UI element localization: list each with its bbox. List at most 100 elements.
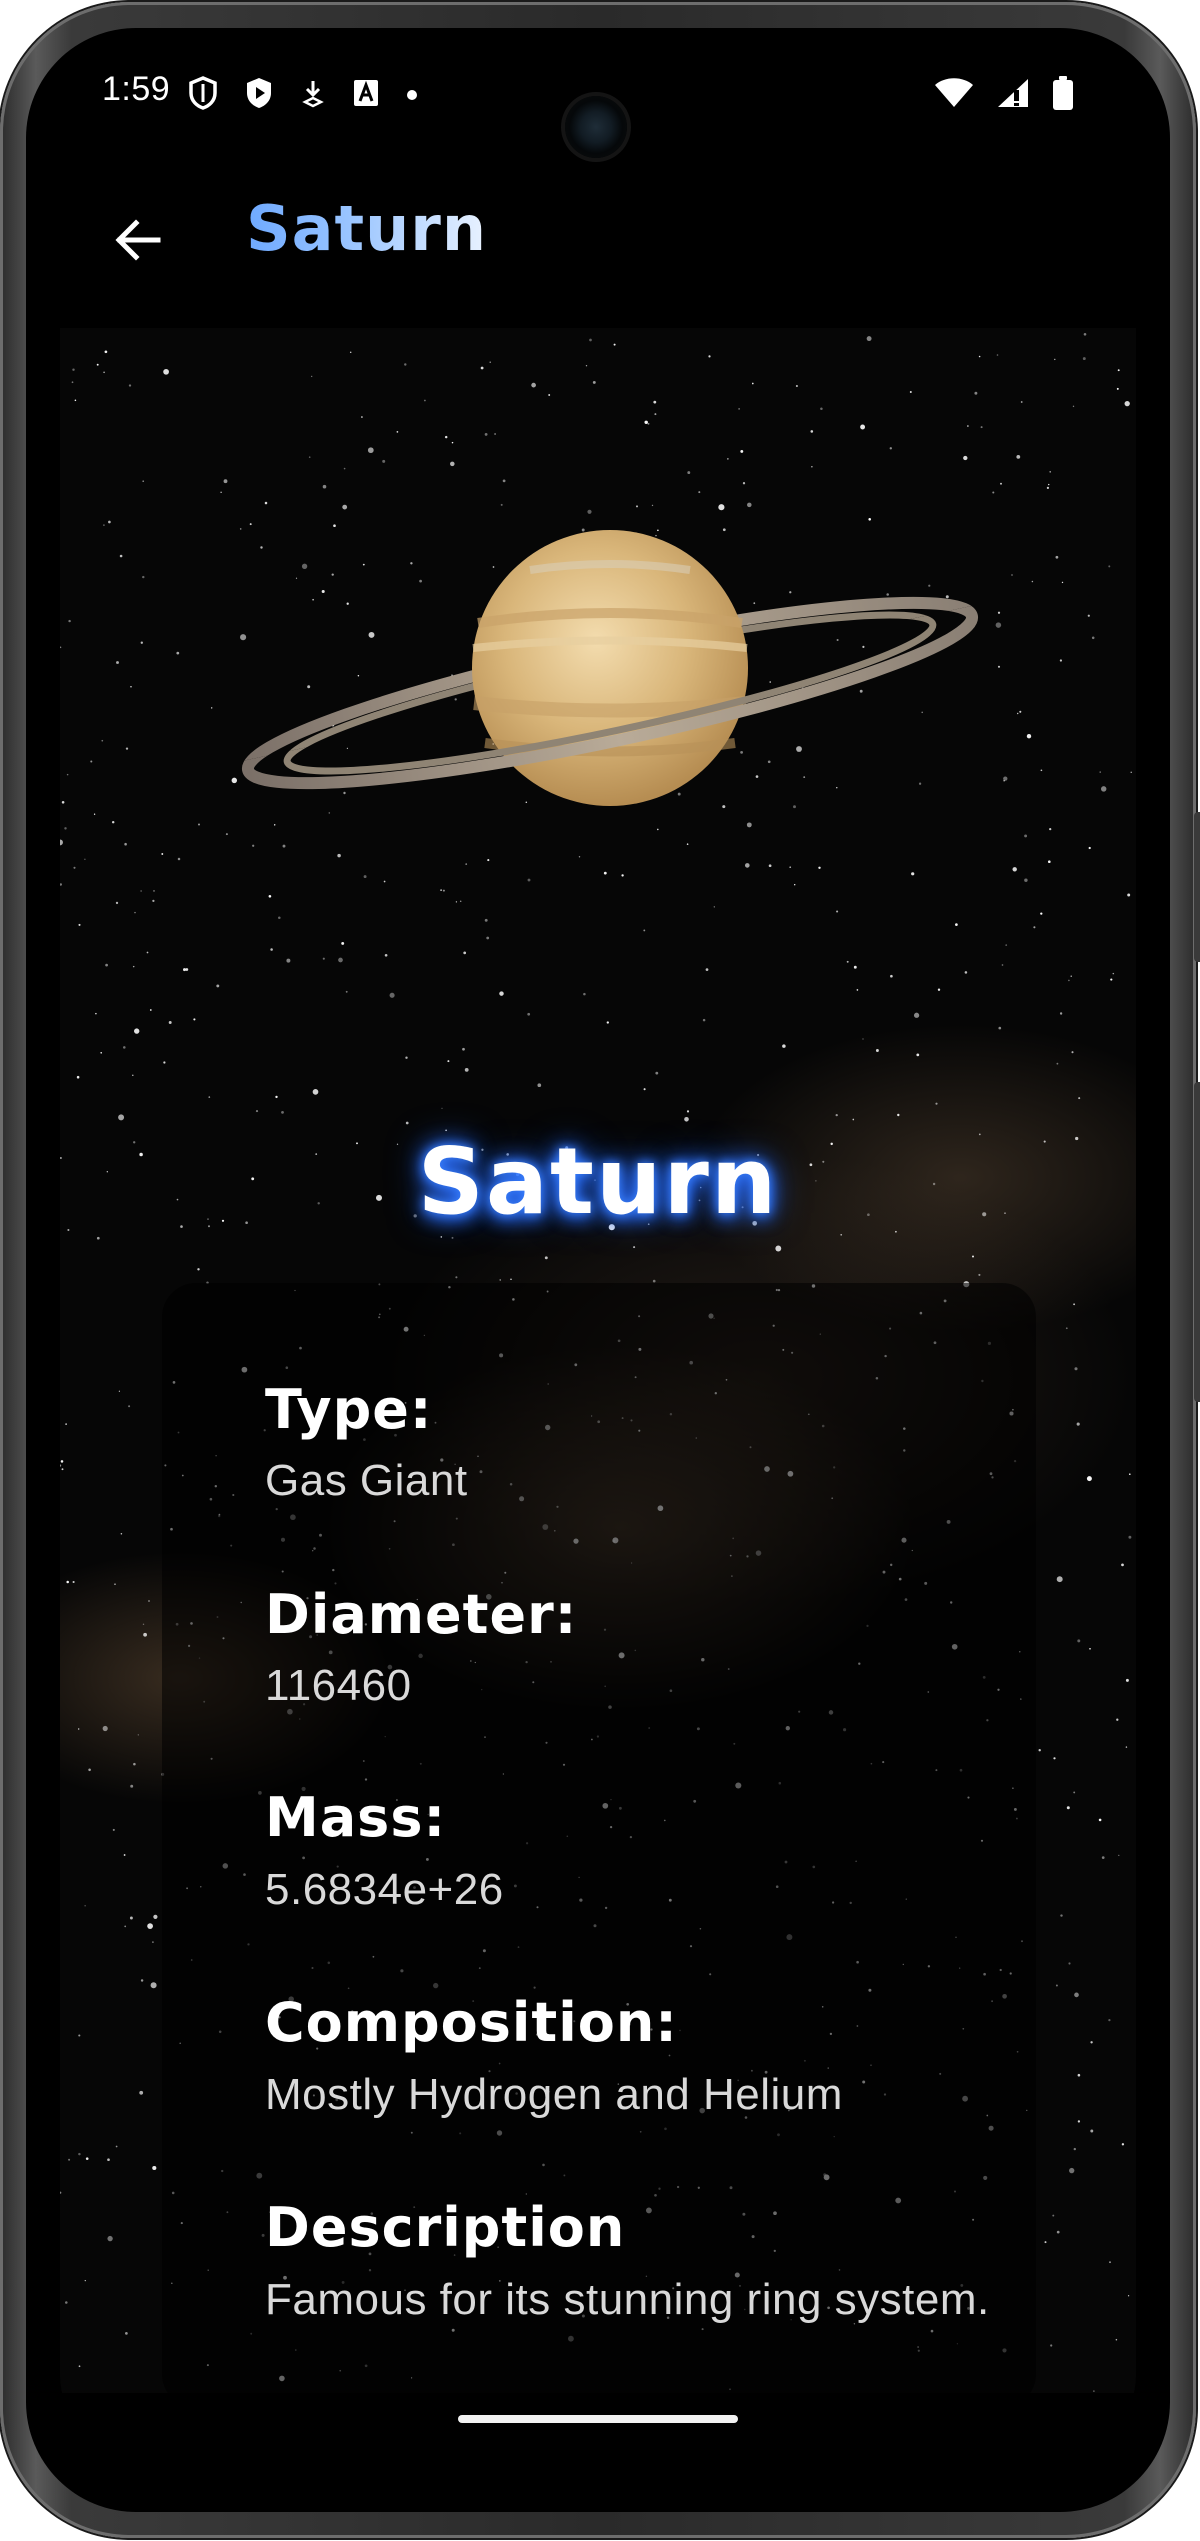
- star: [1091, 636, 1095, 640]
- star: [768, 864, 772, 868]
- star: [916, 1053, 920, 1057]
- star: [405, 1056, 408, 1059]
- status-icons-left: [188, 76, 418, 114]
- star: [444, 435, 448, 439]
- star: [147, 1923, 153, 1929]
- star: [1012, 867, 1017, 872]
- star: [65, 1423, 67, 1425]
- star: [111, 820, 115, 824]
- home-indicator[interactable]: [458, 2415, 738, 2423]
- star: [1019, 710, 1022, 713]
- star: [499, 1279, 501, 1281]
- star: [502, 479, 506, 483]
- type-value: Gas Giant: [265, 1456, 468, 1505]
- star: [68, 619, 71, 623]
- star: [197, 823, 201, 826]
- star: [132, 965, 135, 968]
- star: [130, 1784, 134, 1788]
- star: [124, 1925, 127, 1928]
- star: [486, 936, 490, 940]
- back-button[interactable]: [98, 200, 178, 280]
- star: [441, 1107, 443, 1109]
- star: [140, 641, 143, 644]
- star: [1108, 2018, 1111, 2022]
- star: [978, 1273, 981, 1276]
- star: [1003, 776, 1008, 781]
- star: [333, 524, 336, 528]
- star: [384, 953, 388, 957]
- star: [64, 827, 67, 830]
- star: [462, 1047, 465, 1051]
- star: [818, 866, 821, 869]
- star: [1047, 860, 1051, 864]
- app-bar-title: Saturn: [246, 192, 487, 265]
- star: [705, 968, 709, 971]
- star: [1125, 1678, 1129, 1682]
- star: [635, 505, 639, 508]
- star: [998, 1026, 1002, 1030]
- star: [647, 422, 650, 425]
- star: [66, 773, 69, 776]
- star: [78, 2152, 81, 2156]
- star: [1016, 455, 1021, 459]
- star: [85, 2157, 89, 2161]
- star: [587, 509, 592, 514]
- star: [1050, 2344, 1053, 2347]
- star: [275, 1095, 278, 1099]
- star: [1073, 2147, 1076, 2151]
- star: [1073, 1791, 1076, 1794]
- star: [382, 459, 386, 463]
- star: [913, 1012, 920, 1018]
- star: [995, 622, 1002, 628]
- star: [992, 491, 995, 494]
- status-icons-right: [934, 76, 1074, 114]
- planet-detail-content[interactable]: Saturn Type: Gas Giant Diameter: 116460 …: [60, 328, 1136, 2455]
- star: [65, 2301, 68, 2304]
- star: [281, 1111, 284, 1114]
- star: [974, 391, 978, 395]
- star: [868, 518, 871, 521]
- star: [1044, 2241, 1047, 2244]
- star: [1024, 878, 1028, 882]
- star: [140, 1979, 144, 1982]
- composition-label: Composition:: [265, 1991, 678, 2054]
- star: [1117, 369, 1120, 372]
- star: [1093, 2390, 1095, 2392]
- star: [119, 554, 123, 558]
- star: [264, 501, 268, 505]
- star: [1112, 972, 1115, 975]
- star: [71, 381, 74, 384]
- star: [442, 889, 445, 892]
- star: [270, 948, 273, 951]
- planet-name-heading: Saturn: [417, 1128, 779, 1235]
- star: [499, 991, 504, 996]
- star: [143, 1632, 147, 1637]
- star: [713, 906, 715, 908]
- star: [856, 989, 859, 991]
- star: [150, 1982, 157, 1989]
- star: [66, 1580, 69, 1584]
- star: [146, 951, 149, 954]
- mass-value: 5.6834e+26: [265, 1865, 504, 1914]
- star: [1073, 1303, 1076, 1306]
- star: [322, 484, 327, 489]
- star: [140, 890, 142, 892]
- star: [129, 1916, 133, 1920]
- star: [124, 842, 127, 846]
- star: [1046, 486, 1050, 490]
- star: [1118, 1854, 1120, 1857]
- star: [810, 430, 814, 433]
- star: [104, 350, 108, 354]
- star: [152, 2165, 157, 2171]
- signal-icon: [996, 77, 1030, 113]
- star: [137, 1734, 139, 1736]
- star: [1128, 1535, 1132, 1539]
- star: [1049, 827, 1052, 831]
- star: [1127, 893, 1131, 897]
- star: [789, 866, 792, 869]
- star: [480, 366, 484, 370]
- star: [455, 1276, 458, 1279]
- star: [1033, 926, 1036, 929]
- star: [134, 1028, 140, 1034]
- star: [633, 1246, 636, 1249]
